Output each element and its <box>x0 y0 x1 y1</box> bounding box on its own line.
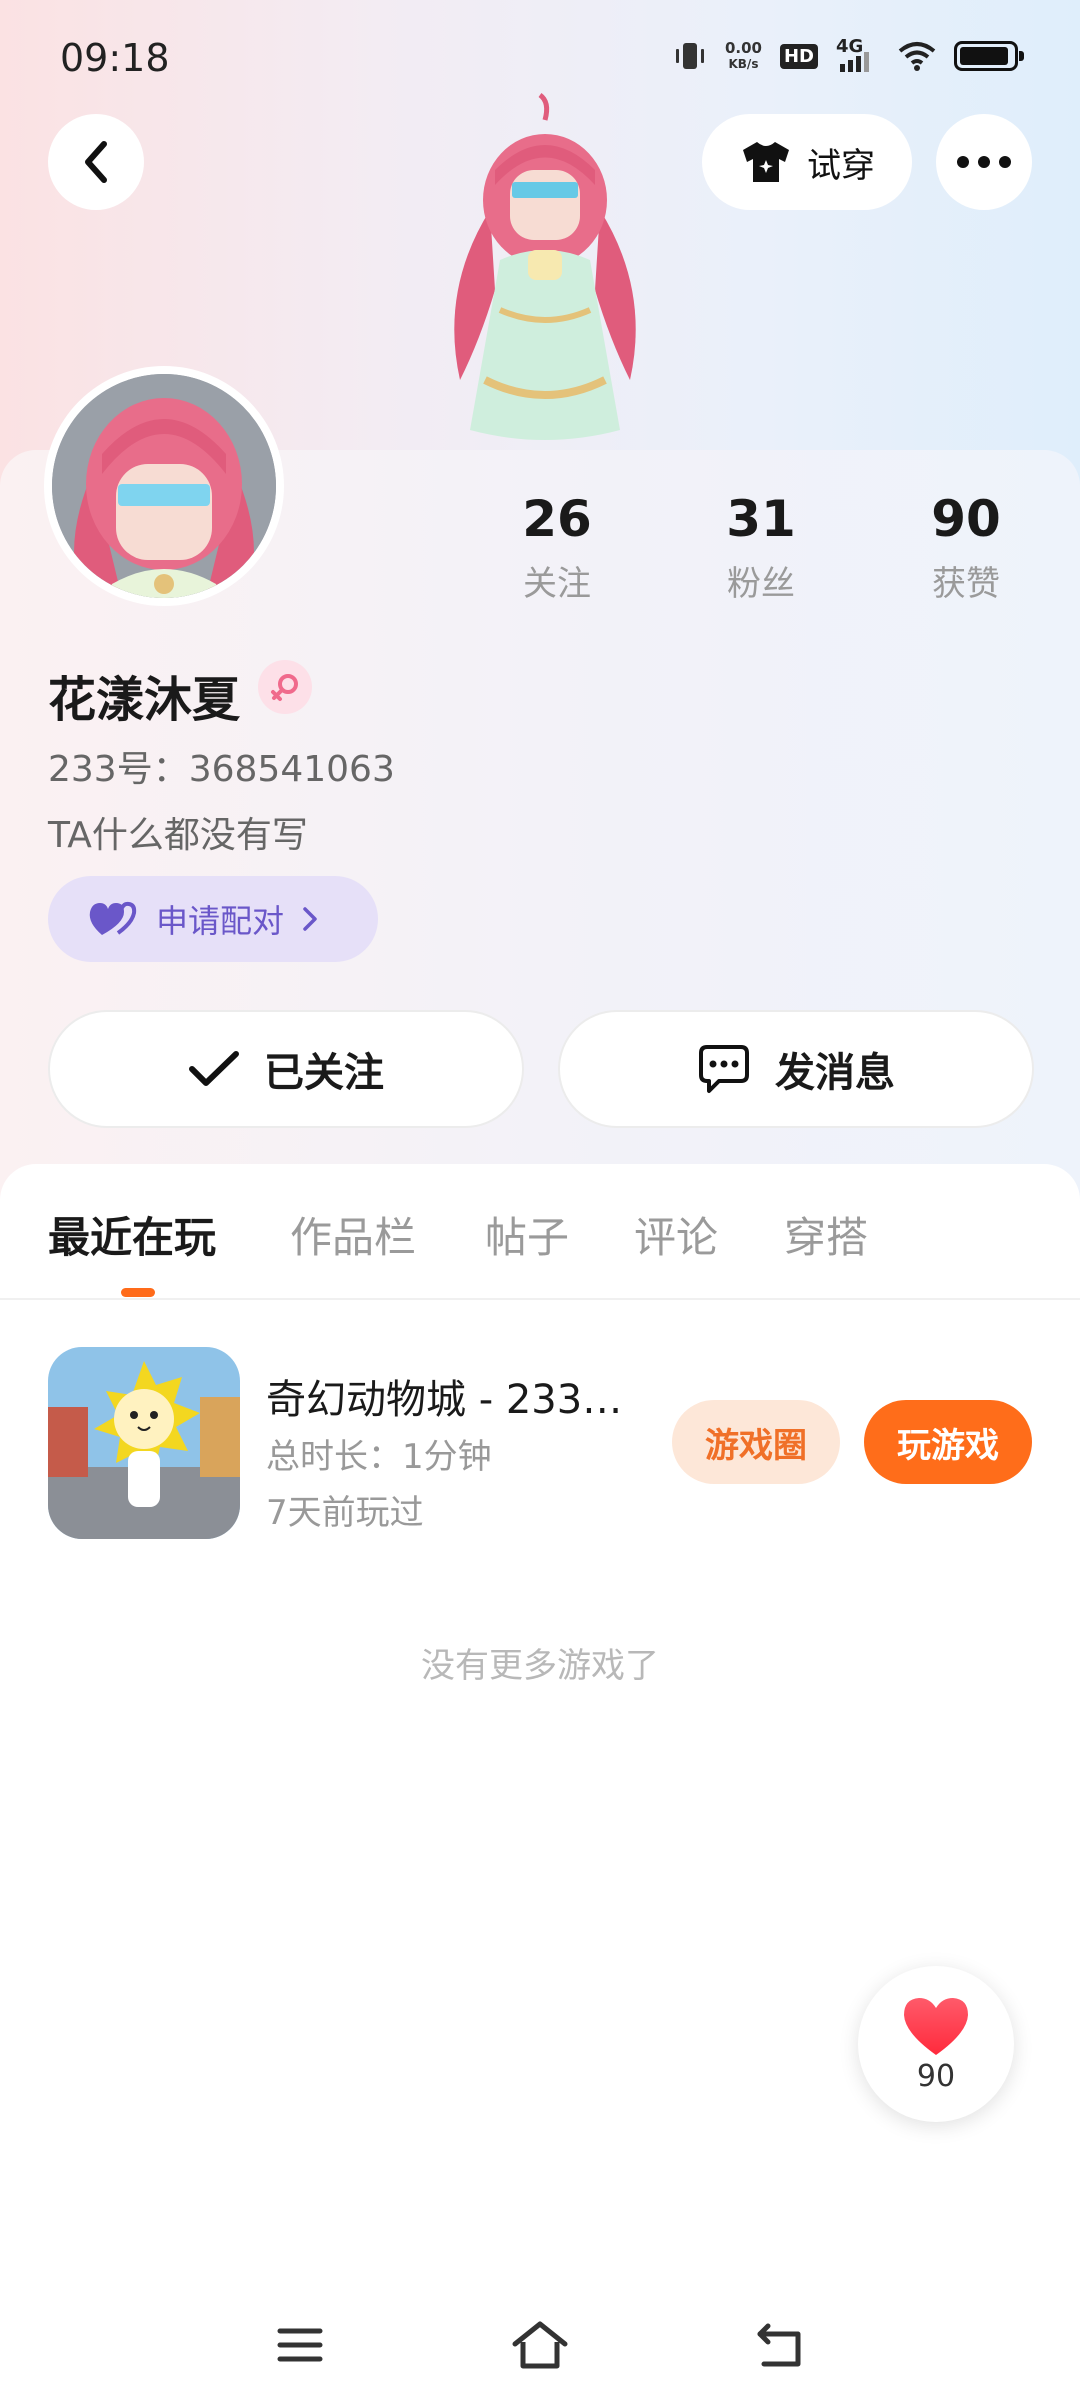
hd-badge: HD <box>779 43 818 69</box>
home-nav-button[interactable] <box>500 2310 580 2380</box>
more-button[interactable] <box>936 114 1032 210</box>
game-last-played: 7天前玩过 <box>266 1493 424 1533</box>
content-section: 最近在玩 作品栏 帖子 评论 穿搭 奇幻动物城 - 233… 总时长：1分钟 7… <box>0 1164 1080 2400</box>
menu-nav-button[interactable] <box>260 2310 340 2380</box>
back-arrow-icon <box>757 2323 801 2367</box>
network-speed: 0.00 KB/s <box>725 40 762 72</box>
followers-count: 31 <box>726 490 796 548</box>
chevron-right-icon <box>303 907 317 931</box>
female-gender-icon <box>258 660 312 714</box>
speed-value: 0.00 <box>724 39 762 57</box>
battery-icon <box>954 41 1024 71</box>
game-play-duration: 总时长：1分钟 <box>266 1437 492 1477</box>
status-time: 09:18 <box>60 36 170 80</box>
followed-label: 已关注 <box>264 1050 384 1096</box>
avatar-image <box>52 374 276 598</box>
back-nav-button[interactable] <box>740 2310 820 2380</box>
likes-received-label: 获赞 <box>932 564 1000 604</box>
game-icon <box>48 1347 240 1539</box>
game-title: 奇幻动物城 - 233… <box>266 1377 623 1423</box>
following-count: 26 <box>522 490 592 548</box>
likes-received-count: 90 <box>931 490 1001 548</box>
home-icon <box>512 2321 568 2369</box>
user-bio: TA什么都没有写 <box>48 815 308 856</box>
game-circle-button[interactable]: 游戏圈 <box>672 1400 840 1484</box>
send-message-label: 发消息 <box>775 1050 895 1096</box>
followed-button[interactable]: 已关注 <box>48 1010 524 1128</box>
check-icon <box>189 1051 239 1086</box>
system-navigation-bar <box>0 2290 1080 2400</box>
tab-divider <box>0 1298 1080 1300</box>
following-label: 关注 <box>523 564 591 604</box>
active-tab-indicator <box>121 1288 155 1297</box>
tshirt-icon <box>743 142 789 182</box>
tab-posts[interactable]: 帖子 <box>485 1204 569 1265</box>
no-more-games-text: 没有更多游戏了 <box>421 1646 659 1686</box>
request-pair-button[interactable]: 申请配对 <box>48 876 378 962</box>
tab-outfits[interactable]: 穿搭 <box>784 1204 868 1265</box>
user-nickname: 花漾沐夏 <box>48 672 241 728</box>
game-list-item[interactable]: 奇幻动物城 - 233… 总时长：1分钟 7天前玩过 游戏圈 玩游戏 <box>0 1347 1080 1547</box>
user-id: 233号：368541063 <box>48 749 395 790</box>
chat-bubble-icon <box>699 1045 749 1093</box>
back-button[interactable] <box>48 114 144 210</box>
cellular-signal-icon: 4G <box>836 36 880 74</box>
tab-comments[interactable]: 评论 <box>634 1204 718 1265</box>
double-heart-icon <box>89 901 137 935</box>
like-button[interactable]: 90 <box>858 1966 1014 2122</box>
vibrate-icon <box>675 43 704 69</box>
followers-label: 粉丝 <box>727 564 795 604</box>
tab-works[interactable]: 作品栏 <box>290 1204 416 1265</box>
user-avatar[interactable] <box>44 366 284 606</box>
menu-icon <box>277 2328 323 2362</box>
status-icons: 0.00 KB/s HD 4G <box>673 36 1024 74</box>
wifi-icon <box>898 42 936 71</box>
send-message-button[interactable]: 发消息 <box>558 1010 1034 1128</box>
avatar-character-model <box>454 92 636 440</box>
play-game-button[interactable]: 玩游戏 <box>864 1400 1032 1484</box>
more-dots-icon <box>957 156 1011 168</box>
try-on-button[interactable]: 试穿 <box>702 114 912 210</box>
stat-following[interactable]: 26 关注 <box>487 490 627 605</box>
try-on-label: 试穿 <box>807 145 875 186</box>
heart-icon <box>904 1997 968 2055</box>
chevron-left-icon <box>85 141 107 183</box>
stat-followers[interactable]: 31 粉丝 <box>691 490 831 605</box>
request-pair-label: 申请配对 <box>156 902 285 940</box>
profile-tabs: 最近在玩 作品栏 帖子 评论 穿搭 <box>0 1204 1080 1300</box>
tab-recently-played[interactable]: 最近在玩 <box>48 1204 216 1265</box>
speed-unit: KB/s <box>728 57 759 71</box>
stat-likes[interactable]: 90 获赞 <box>896 490 1036 605</box>
like-count: 90 <box>916 2058 956 2094</box>
